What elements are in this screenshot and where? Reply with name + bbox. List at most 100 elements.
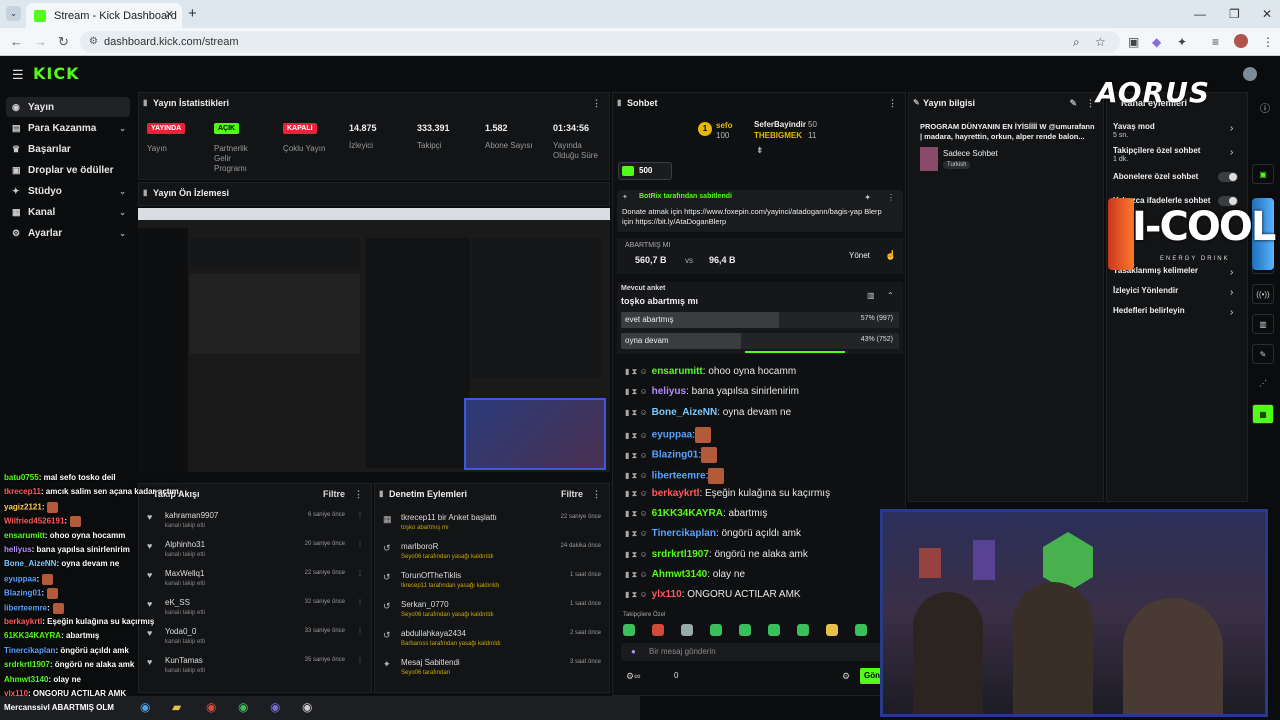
collapse-icon[interactable]: ⌃ <box>887 291 894 300</box>
mod-actions-icon[interactable]: ▮ ⧗ ☺ <box>625 471 648 480</box>
close-window-icon[interactable]: ✕ <box>1262 7 1272 21</box>
send-button[interactable]: Gönder <box>860 668 882 684</box>
more-options-icon[interactable]: ⋮ <box>357 570 363 577</box>
sidebar-item-para-kazanma[interactable]: ▤ Para Kazanma ⌄ <box>6 118 130 138</box>
chat-username[interactable]: Ahmwt3140 <box>652 569 708 580</box>
more-options-icon[interactable]: ⋮ <box>887 193 895 202</box>
sidebar-item-basarilar[interactable]: ♛ Başarılar <box>6 139 130 159</box>
more-options-icon[interactable]: ⋮ <box>888 93 897 113</box>
sidebar-item-ayarlar[interactable]: ⚙ Ayarlar ⌄ <box>6 223 130 243</box>
kick-logo[interactable]: KICK <box>33 64 80 83</box>
more-options-icon[interactable]: ⋮ <box>592 93 601 113</box>
pin-toggle-icon[interactable]: ✦ <box>864 193 871 202</box>
filter-button[interactable]: Filtre <box>323 484 345 504</box>
layout-icon[interactable]: ▣ <box>1252 164 1274 184</box>
broadcast-toggle-icon[interactable]: ((•)) <box>1252 284 1274 304</box>
more-options-icon[interactable]: ⋮ <box>357 628 363 635</box>
close-tab-icon[interactable]: ✕ <box>165 8 174 21</box>
new-tab-icon[interactable]: + <box>188 5 197 22</box>
reload-icon[interactable]: ↻ <box>58 34 69 50</box>
chat-username[interactable]: srdrkrtl1907 <box>652 549 709 560</box>
more-options-icon[interactable]: ⋮ <box>592 484 601 504</box>
channel-action-label[interactable]: Hedefleri belirleyin <box>1113 306 1185 315</box>
chat-username[interactable]: berkaykrtl <box>652 488 700 499</box>
edge-icon[interactable]: ◉ <box>140 700 150 714</box>
channel-action-label[interactable]: Takipçilere özel sohbet <box>1113 146 1200 155</box>
expand-leaderboard-icon[interactable]: ⇟ <box>756 145 764 156</box>
mod-actions-icon[interactable]: ▮ ⧗ ☺ <box>625 590 648 599</box>
chat-username[interactable]: 61KK34KAYRA <box>652 508 723 519</box>
chat-message[interactable]: ▮ ⧗ ☺ Tinercikaplan: öngörü açıldı amk <box>625 528 801 546</box>
chat-username[interactable]: ylx110 <box>652 589 682 600</box>
emote-icon[interactable] <box>797 624 809 636</box>
obs-icon[interactable]: ◉ <box>302 700 312 714</box>
menu-icon[interactable]: ☰ <box>12 67 24 83</box>
chrome-icon[interactable]: ◉ <box>206 700 216 714</box>
emote-icon[interactable] <box>855 624 867 636</box>
mod-actions-icon[interactable]: ▮ ⧗ ☺ <box>625 529 648 538</box>
chat-message[interactable]: ▮ ⧗ ☺ liberteemre: <box>625 467 725 486</box>
restore-icon[interactable]: ❐ <box>1229 7 1240 21</box>
delete-poll-icon[interactable]: ▥ <box>867 291 875 300</box>
chat-username[interactable]: eyuppaa <box>652 430 693 441</box>
mod-tool-icon[interactable]: ▦ <box>1252 404 1274 424</box>
chat-input[interactable]: ● Bir mesaj gönderin <box>621 643 905 661</box>
more-options-icon[interactable]: ⋮ <box>354 484 363 504</box>
extensions-puzzle-icon[interactable]: ✦ <box>1177 35 1187 49</box>
chat-username[interactable]: Tinercikaplan <box>652 528 716 539</box>
sidebar-item-kanal[interactable]: ▦ Kanal ⌄ <box>6 202 130 222</box>
mod-actions-icon[interactable]: ▮ ⧗ ☺ <box>625 367 648 376</box>
site-info-icon[interactable]: ⚙ <box>89 36 98 47</box>
emote-icon[interactable] <box>652 624 664 636</box>
downloads-icon[interactable]: ≡ <box>1212 35 1219 49</box>
chat-username[interactable]: heliyus <box>652 386 686 397</box>
mod-actions-icon[interactable]: ▮ ⧗ ☺ <box>625 509 648 518</box>
chat-message[interactable]: ▮ ⧗ ☺ 61KK34KAYRA: abartmış <box>625 508 767 526</box>
mod-actions-icon[interactable]: ▮ ⧗ ☺ <box>625 451 648 460</box>
zoom-icon[interactable]: ⌕ <box>1073 35 1080 50</box>
chevron-right-icon[interactable]: › <box>1230 287 1233 298</box>
edit-icon[interactable]: ✎ <box>1069 93 1077 113</box>
mod-actions-icon[interactable]: ▮ ⧗ ☺ <box>625 387 648 396</box>
emote-icon[interactable] <box>623 624 635 636</box>
chat-message[interactable]: ▮ ⧗ ☺ eyuppaa: <box>625 426 711 445</box>
chat-message[interactable]: ▮ ⧗ ☺ ensarumitt: ohoo oyna hocamm <box>625 366 796 384</box>
help-icon[interactable]: ⓘ <box>1260 100 1270 115</box>
chat-username[interactable]: Blazing01 <box>652 450 699 461</box>
channel-action-label[interactable]: Abonelere özel sohbet <box>1113 172 1198 181</box>
mod-actions-icon[interactable]: ▮ ⧗ ☺ <box>625 570 648 579</box>
toggle-switch[interactable] <box>1218 172 1238 182</box>
channel-action-label[interactable]: İzleyici Yönlendir <box>1113 286 1178 295</box>
chat-message[interactable]: ▮ ⧗ ☺ berkaykrtl: Eşeğin kulağına su kaçı… <box>625 488 830 506</box>
chat-message[interactable]: ▮ ⧗ ☺ Ahmwt3140: olay ne <box>625 569 745 587</box>
forward-icon[interactable]: → <box>34 34 47 49</box>
extension-icon[interactable]: ▣ <box>1128 35 1139 49</box>
chat-username[interactable]: ensarumitt <box>652 366 703 377</box>
back-icon[interactable]: ← <box>10 34 23 49</box>
poll-option[interactable]: oyna devam 43% (752) <box>621 333 899 349</box>
sidebar-item-droplar[interactable]: ▣ Droplar ve ödüller <box>6 160 130 180</box>
chat-message[interactable]: ▮ ⧗ ☺ Bone_AizeNN: oyna devam ne <box>625 407 791 425</box>
mod-actions-icon[interactable]: ▮ ⧗ ☺ <box>625 550 648 559</box>
sidebar-item-yayin[interactable]: ◉ Yayın <box>6 97 130 117</box>
chat-tools-icon[interactable]: ⚙∞ <box>626 671 640 682</box>
tab-search-icon[interactable]: ⌄ <box>6 6 21 21</box>
chat-username[interactable]: liberteemre <box>652 470 706 481</box>
mod-actions-icon[interactable]: ▮ ⧗ ☺ <box>625 431 648 440</box>
tools-icon[interactable]: ✎ <box>1252 344 1274 364</box>
emote-icon[interactable] <box>681 624 693 636</box>
chevron-right-icon[interactable]: › <box>1230 267 1233 278</box>
user-avatar[interactable] <box>1243 67 1257 81</box>
chat-message[interactable]: ▮ ⧗ ☺ Blazing01: <box>625 447 718 465</box>
chat-message[interactable]: ▮ ⧗ ☺ srdrkrtl1907: öngörü ne alaka amk <box>625 549 808 567</box>
mod-actions-icon[interactable]: ▮ ⧗ ☺ <box>625 489 648 498</box>
browser-profile-avatar[interactable] <box>1234 34 1248 48</box>
sidebar-item-studyo[interactable]: ✦ Stüdyo ⌄ <box>6 181 130 201</box>
clip-icon[interactable]: ▥ <box>1252 314 1274 334</box>
browser-menu-icon[interactable]: ⋮ <box>1262 35 1274 49</box>
browser-tab[interactable]: Stream - Kick Dashboard ✕ <box>26 3 182 28</box>
emote-icon[interactable] <box>710 624 722 636</box>
folder-icon[interactable]: ▰ <box>172 700 181 714</box>
bookmark-icon[interactable]: ☆ <box>1095 35 1106 49</box>
chat-username[interactable]: Bone_AizeNN <box>652 407 718 418</box>
